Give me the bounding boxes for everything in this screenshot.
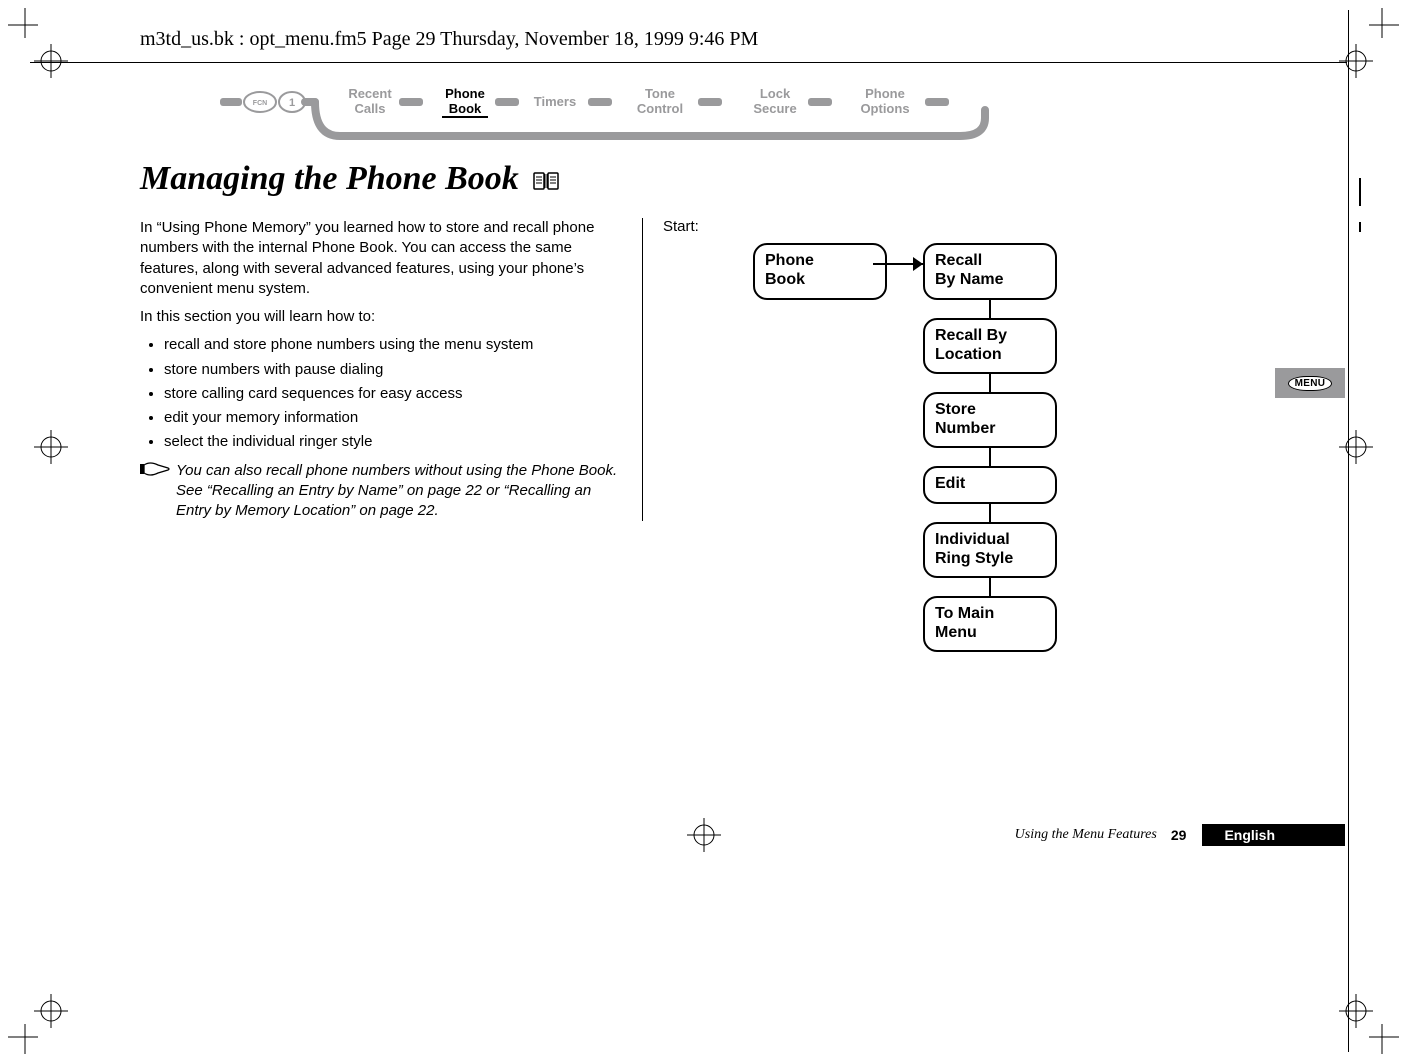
svg-text:Secure: Secure	[753, 101, 796, 116]
flow-step-label: Recall ByLocation	[935, 326, 1045, 364]
svg-text:Lock: Lock	[760, 88, 791, 101]
flow-connector-vertical	[989, 578, 991, 596]
flow-step-edit: Edit	[923, 466, 1057, 503]
feature-list-item: store numbers with pause dialing	[164, 360, 630, 380]
flow-entry-label: PhoneBook	[765, 251, 875, 289]
flow-step-individual-ring-style: IndividualRing Style	[923, 522, 1057, 578]
feature-list-item: store calling card sequences for easy ac…	[164, 384, 630, 404]
ribbon-one-label: 1	[289, 97, 295, 109]
menu-side-tab-label: MENU	[1288, 376, 1333, 391]
flow-step-label: Edit	[935, 474, 1045, 493]
flow-step-store-number: StoreNumber	[923, 392, 1057, 448]
flow-connector-vertical	[989, 504, 991, 522]
menu-side-tab: MENU	[1275, 368, 1345, 398]
phone-book-icon	[533, 162, 559, 200]
flow-step-label: To MainMenu	[935, 604, 1045, 642]
registration-mark-left-mid	[34, 430, 68, 464]
feature-list-item: edit your memory information	[164, 408, 630, 428]
feature-list-item: select the individual ringer style	[164, 432, 630, 452]
flow-step-label: IndividualRing Style	[935, 530, 1045, 568]
flow-connector-vertical	[989, 374, 991, 392]
intro-paragraph-1: In “Using Phone Memory” you learned how …	[140, 218, 630, 299]
flow-step-recall-by-location: Recall ByLocation	[923, 318, 1057, 374]
registration-mark-right-bot	[1339, 994, 1373, 1028]
footer-language-tab: English	[1202, 824, 1345, 846]
ribbon-fcn-label: FCN	[253, 100, 267, 107]
note-row: You can also recall phone numbers withou…	[140, 461, 630, 522]
right-column: Start: PhoneBook RecallBy Name Reca	[643, 218, 1140, 521]
running-header: m3td_us.bk : opt_menu.fm5 Page 29 Thursd…	[140, 28, 758, 51]
svg-text:Options: Options	[860, 101, 909, 116]
flow-step-recall-by-name: RecallBy Name	[923, 243, 1057, 299]
registration-mark-right-top	[1339, 44, 1373, 78]
registration-mark-left-top	[34, 44, 68, 78]
change-bar	[1359, 222, 1361, 232]
pointing-hand-icon	[140, 461, 170, 483]
registration-mark-right-mid	[1339, 430, 1373, 464]
page-footer: Using the Menu Features 29 English	[140, 824, 1345, 846]
feature-list-item: recall and store phone numbers using the…	[164, 335, 630, 355]
page-title: Managing the Phone Book	[140, 160, 1140, 200]
menu-ribbon: FCN 1 Recent Calls Phone Book Timers Ton…	[220, 88, 990, 146]
header-rule	[30, 62, 1347, 63]
svg-text:Tone: Tone	[645, 88, 675, 101]
page-content: Managing the Phone Book In “Using Phone …	[140, 160, 1140, 521]
flow-entry-phone-book: PhoneBook	[753, 243, 887, 299]
title-text: Managing the Phone Book	[140, 160, 519, 197]
flow-step-label: StoreNumber	[935, 400, 1045, 438]
svg-text:Phone: Phone	[445, 88, 485, 101]
svg-text:Phone: Phone	[865, 88, 905, 101]
page-trim-right-rule	[1348, 10, 1349, 1052]
flow-step-to-main-menu: To MainMenu	[923, 596, 1057, 652]
svg-text:Recent: Recent	[348, 88, 392, 101]
flow-connector-vertical	[989, 448, 991, 466]
svg-text:Timers: Timers	[534, 94, 576, 109]
left-column: In “Using Phone Memory” you learned how …	[140, 218, 643, 521]
flow-connector-vertical	[989, 300, 991, 318]
change-bar	[1359, 178, 1361, 206]
svg-text:Control: Control	[637, 101, 683, 116]
feature-list: recall and store phone numbers using the…	[140, 335, 630, 452]
flow-step-label: RecallBy Name	[935, 251, 1045, 289]
footer-page-number: 29	[1171, 827, 1187, 843]
svg-text:Book: Book	[449, 101, 482, 116]
footer-section-title: Using the Menu Features	[1015, 827, 1157, 843]
intro-paragraph-2: In this section you will learn how to:	[140, 307, 630, 327]
svg-text:Calls: Calls	[354, 101, 385, 116]
flow-arrow-right-icon	[913, 257, 923, 271]
registration-mark-left-bot	[34, 994, 68, 1028]
note-text: You can also recall phone numbers withou…	[176, 461, 630, 522]
start-label: Start:	[663, 218, 1140, 235]
